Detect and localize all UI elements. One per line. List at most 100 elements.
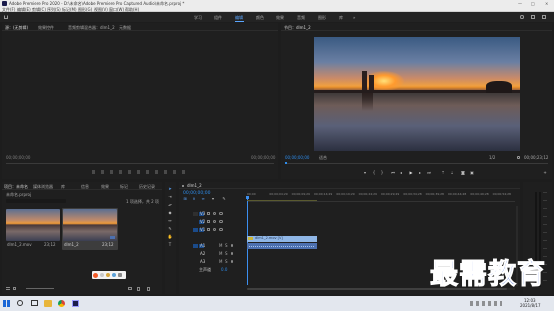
workspace-editing[interactable]: 编辑	[235, 15, 243, 20]
new-bin-icon[interactable]	[128, 287, 132, 290]
slip-tool-icon[interactable]: ↔	[168, 219, 172, 223]
ripple-edit-tool-icon[interactable]: ⟛	[168, 203, 172, 207]
program-timecode[interactable]: 00;00;00;00	[285, 156, 309, 160]
razor-tool-icon[interactable]: ◆	[168, 211, 172, 215]
mark-in-icon[interactable]: {	[372, 171, 376, 175]
linked-selection-icon[interactable]: ∞	[201, 197, 205, 201]
tab-effects[interactable]: 效果	[101, 184, 109, 189]
start-button-icon[interactable]	[3, 300, 10, 307]
search-taskbar-icon[interactable]	[17, 300, 23, 306]
solo-button[interactable]: S	[225, 244, 228, 248]
share-icon[interactable]	[531, 15, 535, 19]
zoom-slider[interactable]	[26, 288, 54, 289]
premiere-taskbar-icon[interactable]	[72, 300, 79, 307]
master-volume[interactable]: 0.0	[221, 268, 227, 272]
workspace-more[interactable]: »	[353, 15, 355, 20]
ime-mode-icon[interactable]	[100, 273, 104, 277]
menu-help[interactable]: 帮助(H)	[125, 7, 139, 12]
source-timecode-left[interactable]: 00;00;00;00	[6, 156, 30, 160]
tab-audio-clip-mixer[interactable]: 音频剪辑混合器：dlm1_2	[68, 25, 115, 30]
track-select-tool-icon[interactable]: ⇥	[168, 195, 172, 199]
nest-toggle-icon[interactable]: ⊞	[183, 197, 187, 201]
lift-icon[interactable]: ⇡	[441, 171, 445, 175]
project-search-input[interactable]	[6, 199, 66, 203]
home-icon[interactable]	[4, 15, 8, 19]
workspace-graphics[interactable]: 图形	[318, 15, 326, 20]
track-header-v1[interactable]: V1	[185, 226, 245, 233]
minimize-button[interactable]: —	[518, 1, 522, 6]
tab-effect-controls[interactable]: 效果控件	[38, 25, 54, 30]
lock-icon[interactable]	[207, 220, 210, 223]
lock-icon[interactable]	[207, 228, 210, 231]
selection-tool-icon[interactable]: ➤	[168, 187, 172, 191]
step-forward-icon[interactable]: ▸	[418, 171, 422, 175]
track-header-a3[interactable]: A3 M S	[185, 258, 245, 265]
playhead-head[interactable]	[245, 196, 250, 199]
step-back-icon[interactable]: ◂	[399, 171, 403, 175]
lock-icon[interactable]	[207, 212, 210, 215]
search-icon[interactable]	[520, 15, 524, 19]
tab-markers[interactable]: 标记	[120, 184, 128, 189]
go-to-in-icon[interactable]: ⏮	[391, 171, 395, 175]
source-patch-v1-target[interactable]	[193, 227, 198, 232]
menu-view[interactable]: 视图(V)	[94, 7, 108, 12]
mark-out-icon[interactable]: }	[380, 171, 384, 175]
fullscreen-icon[interactable]	[542, 15, 546, 19]
project-icon-view-icon[interactable]	[13, 287, 16, 290]
taskbar-date[interactable]: 2021/8/17	[520, 304, 541, 308]
tab-source[interactable]: 源：(无剪辑)	[5, 25, 28, 30]
program-scrub-bar[interactable]	[285, 163, 548, 164]
track-target-icon[interactable]	[193, 211, 198, 216]
track-header-a1[interactable]: A1 M S	[185, 242, 245, 249]
tab-libraries[interactable]: 库	[61, 184, 65, 189]
tab-media-browser[interactable]: 媒体浏览器	[33, 184, 53, 189]
microphone-icon[interactable]	[231, 252, 233, 255]
sequence-thumbnail-card[interactable]: dlm1_2 23;12	[62, 208, 118, 250]
task-view-icon[interactable]	[31, 300, 38, 306]
track-header-a2[interactable]: A2 M S	[185, 250, 245, 257]
track-header-v2[interactable]: V2	[185, 218, 245, 225]
sync-icon[interactable]	[213, 212, 216, 215]
source-patch-a1-target[interactable]	[193, 243, 198, 248]
tab-close-icon[interactable]	[182, 184, 184, 187]
hand-tool-icon[interactable]: ✋	[168, 235, 173, 239]
audio-clip[interactable]	[247, 243, 317, 249]
sequence-thumbnail[interactable]	[63, 209, 117, 241]
extract-icon[interactable]: ⇣	[450, 171, 454, 175]
solo-button[interactable]: S	[225, 260, 228, 264]
sync-icon[interactable]	[213, 228, 216, 231]
tab-info[interactable]: 信息	[81, 184, 89, 189]
play-icon[interactable]: ▶	[409, 171, 413, 175]
mute-button[interactable]: M	[219, 244, 222, 248]
solo-button[interactable]: S	[225, 252, 228, 256]
eye-icon[interactable]	[219, 228, 223, 231]
mute-button[interactable]: M	[219, 252, 222, 256]
chrome-icon[interactable]	[58, 300, 65, 307]
eye-icon[interactable]	[219, 220, 223, 223]
clip-thumbnail[interactable]	[6, 209, 60, 241]
tab-program[interactable]: 节目：dlm1_2	[284, 25, 311, 30]
ime-punct-icon[interactable]	[106, 273, 110, 277]
menu-graphics[interactable]: 图形(G)	[78, 7, 92, 12]
menu-window[interactable]: 窗口(W)	[109, 7, 124, 12]
add-marker-timeline-icon[interactable]: ▾	[211, 197, 215, 201]
project-list-view-icon[interactable]	[6, 287, 10, 290]
program-playhead-marker[interactable]	[285, 161, 287, 164]
maximize-button[interactable]: □	[531, 1, 535, 6]
export-frame-icon[interactable]: ◙	[461, 171, 465, 175]
ime-logo-icon[interactable]	[93, 272, 98, 278]
microphone-icon[interactable]	[231, 244, 233, 247]
tray-icons[interactable]	[470, 301, 502, 306]
menu-file[interactable]: 文件(F)	[2, 7, 15, 12]
trash-icon[interactable]	[147, 286, 150, 291]
workspace-effects[interactable]: 效果	[276, 15, 284, 20]
ime-keyboard-icon[interactable]	[118, 273, 122, 277]
close-button[interactable]: ×	[545, 1, 548, 6]
add-button-icon[interactable]: +	[543, 171, 547, 175]
menu-edit[interactable]: 编辑(E)	[17, 7, 31, 12]
menu-marker[interactable]: 标记(M)	[62, 7, 77, 12]
add-marker-icon[interactable]: ▾	[363, 171, 367, 175]
pen-tool-icon[interactable]: ✎	[168, 227, 172, 231]
source-scrub-bar[interactable]	[6, 163, 274, 164]
workspace-audio[interactable]: 音频	[297, 15, 305, 20]
